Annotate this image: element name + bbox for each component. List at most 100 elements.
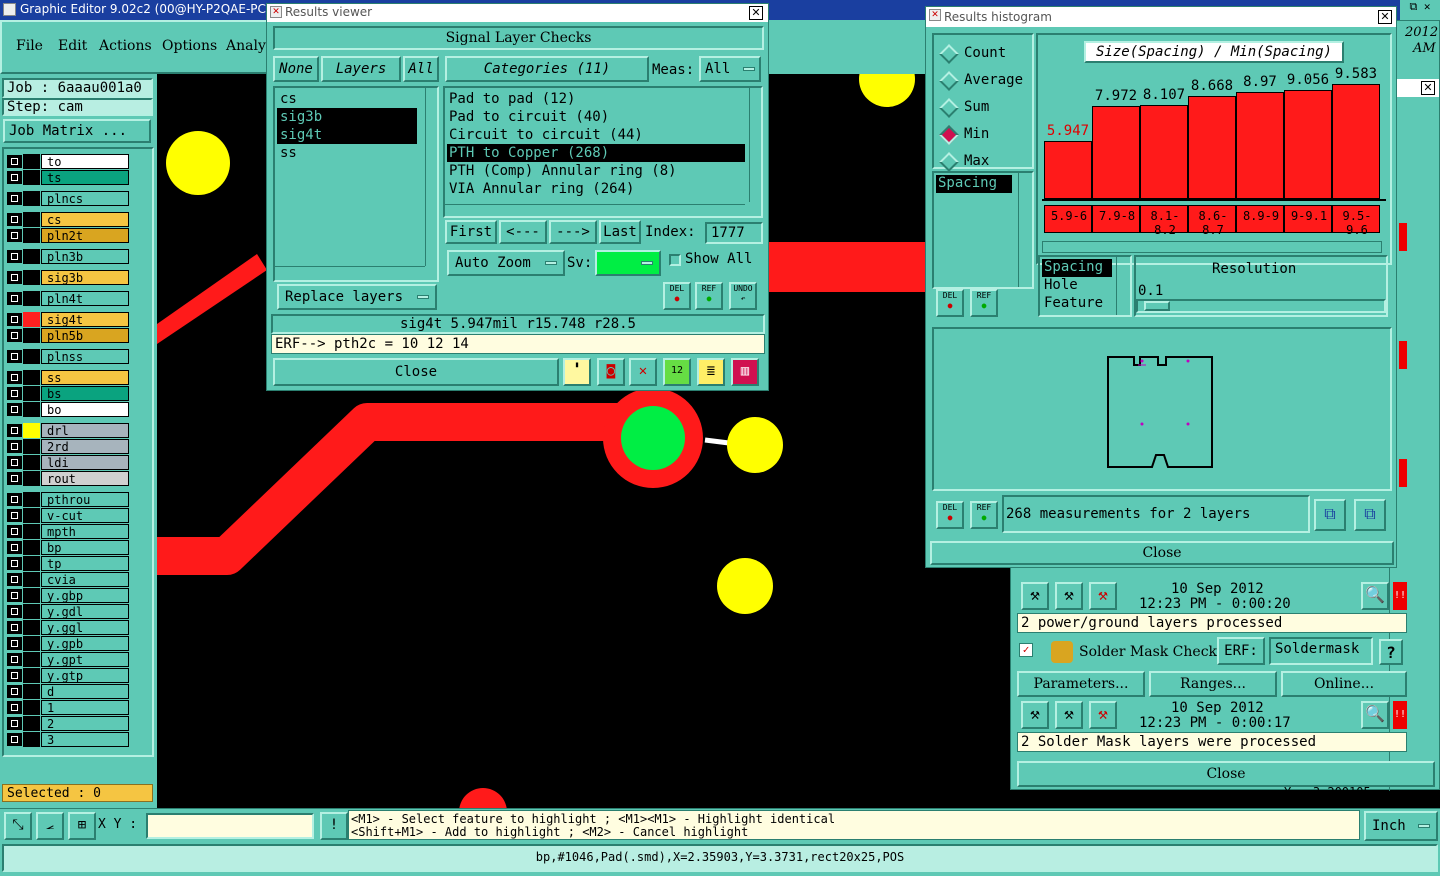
bar-range-cell[interactable]: 8.9-9 <box>1236 205 1284 233</box>
layer-color-swatch[interactable] <box>23 212 40 227</box>
layer-checkbox[interactable] <box>6 191 23 206</box>
layer-row[interactable]: 1 <box>6 700 129 715</box>
layer-checkbox[interactable] <box>6 604 23 619</box>
run-all-icon[interactable]: ⚒ <box>1055 701 1083 729</box>
attribute-list[interactable]: Spacing Hole Feature <box>1038 255 1132 317</box>
layer-checkbox[interactable] <box>6 732 23 747</box>
mode-radio[interactable] <box>939 98 959 118</box>
stop-icon[interactable]: ⚒ <box>1089 701 1117 729</box>
layer-color-swatch[interactable] <box>23 604 40 619</box>
layer-checkbox[interactable] <box>6 471 23 486</box>
layer-name[interactable]: ldi <box>41 455 129 470</box>
layer-graph-icon[interactable]: ⧉ <box>1314 499 1346 531</box>
del-icon[interactable]: DEL ● <box>663 282 691 310</box>
attribute-item[interactable]: Spacing <box>1042 259 1112 277</box>
restore-buttons[interactable]: ⧉ ✕ <box>1400 0 1440 20</box>
ref-icon[interactable]: REF ● <box>695 282 723 310</box>
menu-file[interactable]: File <box>16 38 43 54</box>
layer-name[interactable]: 3 <box>41 732 129 747</box>
ref-delete-icon[interactable]: ✕ <box>629 358 657 386</box>
menu-options[interactable]: Options <box>162 38 217 54</box>
histogram-bar[interactable] <box>1044 141 1092 199</box>
layer-name[interactable]: y.gpb <box>41 636 129 651</box>
layer-row[interactable]: d <box>6 684 129 699</box>
layer-color-swatch[interactable] <box>23 228 40 243</box>
layer-name[interactable]: y.ggl <box>41 620 129 635</box>
layer-row[interactable]: bs <box>6 386 129 401</box>
layer-row[interactable]: mpth <box>6 524 129 539</box>
bar-range-cell[interactable]: 8.1-8.2 <box>1140 205 1188 237</box>
layer-name[interactable]: y.gpt <box>41 652 129 667</box>
layer-name[interactable]: sig4t <box>41 312 129 327</box>
layer-name[interactable]: v-cut <box>41 508 129 523</box>
close-button[interactable]: Close <box>930 541 1394 565</box>
layer-name[interactable]: tp <box>41 556 129 571</box>
replace-layers-dropdown[interactable]: Replace layers <box>277 284 437 310</box>
layer-name[interactable]: y.gbp <box>41 588 129 603</box>
run-all-icon[interactable]: ⚒ <box>1055 582 1083 610</box>
layer-name[interactable]: d <box>41 684 129 699</box>
layer-checkbox[interactable] <box>6 291 23 306</box>
histogram-bar[interactable] <box>1236 92 1284 199</box>
layer-checkbox[interactable] <box>6 228 23 243</box>
layer-name[interactable]: ts <box>41 170 129 185</box>
mode-radio[interactable] <box>939 71 959 91</box>
layer-row[interactable]: plnss <box>6 349 129 364</box>
layer-name[interactable]: pthrou <box>41 492 129 507</box>
layer-row[interactable]: pln4t <box>6 291 129 306</box>
close-icon[interactable]: ✕ <box>749 6 763 20</box>
layer-checkbox[interactable] <box>6 492 23 507</box>
meas-dropdown[interactable]: All <box>699 56 761 82</box>
notes-icon[interactable]: ≣ <box>697 358 725 386</box>
layer-checkbox[interactable] <box>6 572 23 587</box>
layer-row[interactable]: bo <box>6 402 129 417</box>
layer-color-swatch[interactable] <box>23 620 40 635</box>
auto-zoom-dropdown[interactable]: Auto Zoom <box>447 250 565 276</box>
layer-name[interactable]: plnss <box>41 349 129 364</box>
menu-actions[interactable]: Actions <box>99 38 152 54</box>
layer-row[interactable]: drl <box>6 423 129 438</box>
online-button[interactable]: Online... <box>1281 671 1407 697</box>
ref-icon[interactable]: REF ● <box>970 501 998 529</box>
layer-list-item[interactable]: cs <box>277 90 417 108</box>
layer-name[interactable]: pln3b <box>41 249 129 264</box>
layer-color-swatch[interactable] <box>23 270 40 285</box>
layer-checkbox[interactable] <box>6 212 23 227</box>
close-button[interactable]: Close <box>273 358 559 386</box>
layer-row[interactable]: y.gbp <box>6 588 129 603</box>
layer-color-swatch[interactable] <box>23 716 40 731</box>
layer-checkbox[interactable] <box>6 588 23 603</box>
xy-input[interactable] <box>146 813 314 839</box>
layers-button[interactable]: Layers <box>321 56 401 82</box>
all-button[interactable]: All <box>403 56 439 82</box>
layer-color-swatch[interactable] <box>23 684 40 699</box>
layer-checkbox[interactable] <box>6 402 23 417</box>
layer-tree-icon[interactable]: ⧉ <box>1354 499 1386 531</box>
layer-row[interactable]: y.ggl <box>6 620 129 635</box>
layer-row[interactable]: cs <box>6 212 129 227</box>
show-all-checkbox[interactable] <box>669 254 681 266</box>
layer-name[interactable]: to <box>41 154 129 169</box>
none-button[interactable]: None <box>273 56 319 82</box>
layer-color-swatch[interactable] <box>23 540 40 555</box>
layer-row[interactable]: v-cut <box>6 508 129 523</box>
layer-checkbox[interactable] <box>6 620 23 635</box>
layer-list-item[interactable]: sig3b <box>277 108 417 126</box>
layer-row[interactable]: cvia <box>6 572 129 587</box>
layer-name[interactable]: bs <box>41 386 129 401</box>
slider-thumb[interactable] <box>1144 301 1170 311</box>
layer-checkbox[interactable] <box>6 684 23 699</box>
attribute-item[interactable]: Feature <box>1042 295 1112 313</box>
layer-color-swatch[interactable] <box>23 249 40 264</box>
layer-row[interactable]: sig4t <box>6 312 129 327</box>
layer-color-swatch[interactable] <box>23 524 40 539</box>
layer-name[interactable]: 2 <box>41 716 129 731</box>
help-button[interactable]: ? <box>1379 639 1403 665</box>
histogram-bar[interactable] <box>1188 96 1236 199</box>
ref-icon[interactable]: REF ● <box>970 289 998 317</box>
category-item[interactable]: Pad to circuit (40) <box>447 108 745 126</box>
layer-name[interactable]: pln2t <box>41 228 129 243</box>
layer-color-swatch[interactable] <box>23 455 40 470</box>
mode-radio[interactable] <box>939 44 959 64</box>
layer-color-swatch[interactable] <box>23 508 40 523</box>
